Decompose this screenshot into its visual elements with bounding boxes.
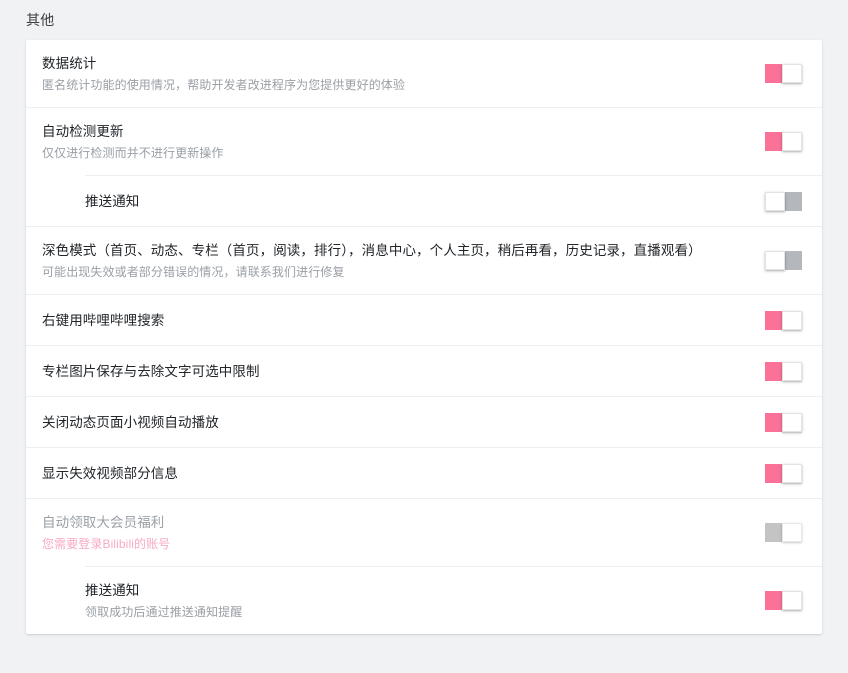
row-title: 推送通知: [85, 192, 749, 212]
row-description: 领取成功后通过推送通知提醒: [85, 603, 749, 621]
row-control: [765, 464, 802, 483]
row-description: 可能出现失效或者部分错误的情况，请联系我们进行修复: [42, 263, 749, 281]
settings-row-auto-claim-vip-benefits: 自动领取大会员福利您需要登录Bilibili的账号: [26, 499, 822, 566]
row-body: 关闭动态页面小视频自动播放: [42, 399, 749, 446]
toggle-knob: [782, 591, 802, 610]
row-control: [765, 311, 802, 330]
row-body: 数据统计匿名统计功能的使用情况，帮助开发者改进程序为您提供更好的体验: [42, 40, 749, 107]
row-title: 深色模式（首页、动态、专栏（首页，阅读，排行），消息中心，个人主页，稍后再看，历…: [42, 241, 749, 261]
toggle-switch-dark-mode[interactable]: [765, 251, 802, 270]
row-title: 数据统计: [42, 54, 749, 74]
toggle-switch-right-click-bilibili-search[interactable]: [765, 311, 802, 330]
toggle-switch-column-image-save[interactable]: [765, 362, 802, 381]
row-title: 推送通知: [85, 581, 749, 601]
row-body: 专栏图片保存与去除文字可选中限制: [42, 348, 749, 395]
toggle-switch-show-invalid-video-info[interactable]: [765, 464, 802, 483]
toggle-switch-auto-check-update[interactable]: [765, 132, 802, 151]
toggle-knob: [765, 251, 785, 270]
row-title: 自动领取大会员福利: [42, 513, 749, 533]
settings-row-show-invalid-video-info: 显示失效视频部分信息: [26, 448, 822, 498]
toggle-track: [783, 251, 802, 270]
row-body: 深色模式（首页、动态、专栏（首页，阅读，排行），消息中心，个人主页，稍后再看，历…: [42, 227, 749, 294]
toggle-switch-disable-feed-video-autoplay[interactable]: [765, 413, 802, 432]
toggle-switch-auto-claim-vip-benefits: [765, 523, 802, 542]
page-title: 其他: [26, 10, 54, 30]
toggle-knob: [782, 362, 802, 381]
row-title: 关闭动态页面小视频自动播放: [42, 413, 749, 433]
settings-row-column-image-save: 专栏图片保存与去除文字可选中限制: [26, 346, 822, 396]
row-control: [765, 64, 802, 83]
settings-row-dark-mode: 深色模式（首页、动态、专栏（首页，阅读，排行），消息中心，个人主页，稍后再看，历…: [26, 227, 822, 294]
row-control: [765, 192, 802, 211]
toggle-knob: [782, 464, 802, 483]
row-body: 显示失效视频部分信息: [42, 450, 749, 497]
row-body: 自动检测更新仅仅进行检测而并不进行更新操作: [42, 108, 749, 175]
row-body: 自动领取大会员福利您需要登录Bilibili的账号: [42, 499, 749, 566]
settings-row-right-click-bilibili-search: 右键用哔哩哔哩搜索: [26, 295, 822, 345]
row-body: 推送通知领取成功后通过推送通知提醒: [42, 567, 749, 634]
toggle-knob: [765, 192, 785, 211]
settings-page: 其他 数据统计匿名统计功能的使用情况，帮助开发者改进程序为您提供更好的体验自动检…: [0, 0, 848, 673]
toggle-switch-data-statistics[interactable]: [765, 64, 802, 83]
settings-row-data-statistics: 数据统计匿名统计功能的使用情况，帮助开发者改进程序为您提供更好的体验: [26, 40, 822, 107]
row-control: [765, 251, 802, 270]
toggle-switch-update-push-notification[interactable]: [765, 192, 802, 211]
row-title: 显示失效视频部分信息: [42, 464, 749, 484]
row-description: 仅仅进行检测而并不进行更新操作: [42, 144, 749, 162]
row-control: [765, 362, 802, 381]
row-control: [765, 413, 802, 432]
row-warning-text: 您需要登录Bilibili的账号: [42, 535, 749, 553]
settings-row-update-push-notification: 推送通知: [26, 176, 822, 226]
settings-row-disable-feed-video-autoplay: 关闭动态页面小视频自动播放: [26, 397, 822, 447]
row-control: [765, 523, 802, 542]
row-control: [765, 132, 802, 151]
toggle-knob: [782, 132, 802, 151]
settings-card: 数据统计匿名统计功能的使用情况，帮助开发者改进程序为您提供更好的体验自动检测更新…: [26, 40, 822, 634]
toggle-track: [783, 192, 802, 211]
settings-row-vip-claim-push-notification: 推送通知领取成功后通过推送通知提醒: [26, 567, 822, 634]
toggle-knob: [782, 311, 802, 330]
row-title: 自动检测更新: [42, 122, 749, 142]
row-control: [765, 591, 802, 610]
toggle-switch-vip-claim-push-notification[interactable]: [765, 591, 802, 610]
toggle-knob: [782, 413, 802, 432]
row-title: 专栏图片保存与去除文字可选中限制: [42, 362, 749, 382]
row-title: 右键用哔哩哔哩搜索: [42, 311, 749, 331]
settings-row-auto-check-update: 自动检测更新仅仅进行检测而并不进行更新操作: [26, 108, 822, 175]
toggle-knob: [782, 64, 802, 83]
row-body: 右键用哔哩哔哩搜索: [42, 297, 749, 344]
toggle-knob: [782, 523, 802, 542]
row-description: 匿名统计功能的使用情况，帮助开发者改进程序为您提供更好的体验: [42, 76, 749, 94]
row-body: 推送通知: [42, 178, 749, 225]
